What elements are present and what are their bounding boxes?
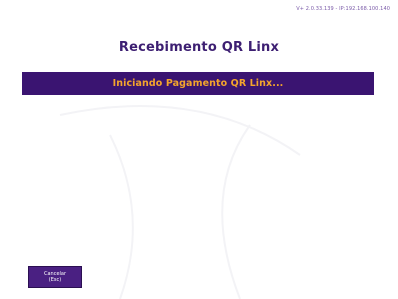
page-title: Recebimento QR Linx: [118, 40, 280, 55]
app-window: V+ 2.0.33.139 - IP:192.168.100.140 Receb…: [0, 0, 398, 299]
version-ip-label: V+ 2.0.33.139 - IP:192.168.100.140: [296, 6, 390, 12]
cancel-shortcut: (Esc): [48, 277, 62, 283]
status-banner: Iniciando Pagamento QR Linx...: [22, 72, 374, 95]
cancel-button[interactable]: Cancelar (Esc): [28, 266, 82, 288]
status-message: Iniciando Pagamento QR Linx...: [112, 78, 284, 89]
